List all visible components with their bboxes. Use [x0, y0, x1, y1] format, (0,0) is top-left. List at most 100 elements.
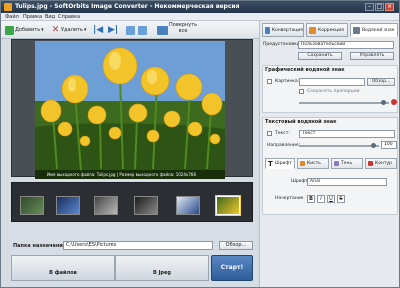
tab-correction-label: Коррекция [318, 27, 344, 33]
rotate-right-icon [138, 25, 147, 35]
tab-outline[interactable]: Контур [365, 158, 397, 169]
correction-icon [309, 26, 316, 34]
add-button[interactable]: Добавить ▾ [5, 23, 44, 37]
flip-icon [157, 25, 168, 35]
rotate-left-button[interactable] [126, 23, 135, 37]
menu-file[interactable]: Файл [5, 14, 19, 20]
destination-row: Папка назначения: C:\Users\ES\Pictures О… [11, 241, 253, 251]
font-icon: T [268, 159, 273, 168]
text-watermark-section: Текстовый водяной знак Текст: Текст Напр… [262, 117, 398, 215]
image-opacity-slider[interactable] [299, 100, 389, 105]
tab-correction[interactable]: Коррекция [306, 23, 348, 37]
bold-button[interactable]: B [307, 195, 315, 203]
image-browse-button[interactable]: Обзор... [367, 78, 395, 86]
save-ratio-label: Сохранять пропорции [307, 89, 360, 94]
thumbnail-item[interactable] [20, 196, 44, 215]
image-watermark-checkbox[interactable] [267, 79, 272, 84]
menu-view[interactable]: Вид [45, 14, 55, 20]
last-image-button[interactable]: ▶| [108, 23, 118, 37]
thumbnail-item-selected[interactable] [215, 195, 241, 216]
tab-outline-label: Контур [375, 161, 393, 166]
rotate-all-label-2: все [178, 28, 188, 34]
menu-bar: Файл Правка Вид Справка [1, 13, 399, 21]
thumbnail-item[interactable] [56, 196, 80, 215]
rotate-right-button[interactable] [138, 23, 147, 37]
delete-label: Удалить [61, 27, 83, 33]
first-image-button[interactable]: |◀ [93, 23, 103, 37]
preset-label: Предустановки [263, 42, 300, 47]
brush-icon [300, 161, 305, 166]
settings-panel: Конвертация Коррекция Водяной знак Преду… [259, 21, 399, 287]
step-files-label: В файлов [49, 270, 77, 276]
thumbnail-item[interactable] [134, 196, 158, 215]
preview-image: Имя выходного файла: Tulips.jpg | Размер… [35, 41, 225, 179]
text-watermark-title: Текстовый водяной знак [265, 119, 337, 125]
slider-knob[interactable] [381, 100, 386, 105]
menu-edit[interactable]: Правка [23, 14, 42, 20]
graphic-watermark-title: Графический водяной знак [265, 67, 345, 73]
direction-slider[interactable] [299, 143, 379, 148]
underline-button[interactable]: U [327, 195, 335, 203]
tab-font-label: Шрифт [274, 161, 292, 166]
destination-label: Папка назначения: [13, 243, 69, 249]
first-icon: |◀ [93, 25, 104, 35]
tab-shadow-label: Тень [341, 161, 353, 166]
tab-watermark[interactable]: Водяной знак [350, 23, 398, 37]
app-window: Tulips.jpg - SoftOrbits Image Converter … [0, 0, 400, 288]
last-icon: ▶| [108, 25, 119, 35]
strikethrough-button[interactable]: S [337, 195, 345, 203]
step-files[interactable]: В файлов [11, 255, 115, 281]
toolbar: Добавить ▾ ✕ Удалить ▾ |◀ ▶| Повернуть в… [1, 21, 259, 39]
text-label: Текст: [275, 131, 290, 136]
preview-caption: Имя выходного файла: Tulips.jpg | Размер… [35, 170, 225, 179]
style-buttons: B I U S [307, 195, 367, 203]
image-path-input[interactable] [299, 78, 365, 86]
start-button[interactable]: Старт! [211, 255, 253, 281]
rotate-left-icon [126, 25, 135, 35]
destination-path-input[interactable]: C:\Users\ES\Pictures [63, 241, 213, 250]
image-opacity-reset-icon[interactable] [391, 99, 397, 105]
minimize-button[interactable]: – [365, 3, 374, 11]
font-select[interactable]: Arial [307, 178, 387, 186]
image-label: Картинка: [275, 79, 300, 84]
step-format[interactable]: В Jpeg [115, 255, 209, 281]
window-title: Tulips.jpg - SoftOrbits Image Converter … [15, 3, 240, 10]
preset-select[interactable]: Пользовательский [298, 41, 394, 49]
opacity-input[interactable]: 100 [381, 141, 397, 149]
close-button[interactable]: × [385, 3, 394, 11]
save-ratio-checkbox[interactable] [299, 89, 304, 94]
rotate-all-button[interactable]: Повернуть все [169, 22, 197, 36]
tulips-image [35, 41, 225, 179]
tab-font[interactable]: T Шрифт [265, 158, 295, 169]
destination-browse-button[interactable]: Обзор... [219, 241, 253, 250]
delete-button[interactable]: ✕ Удалить ▾ [51, 23, 87, 37]
preset-save-button[interactable]: Сохранить [298, 52, 342, 60]
preset-manage-button[interactable]: Управлять [350, 52, 394, 60]
thumbnail-item[interactable] [176, 196, 200, 215]
thumbnail-strip[interactable] [11, 182, 253, 222]
style-label: Начертание [275, 196, 304, 201]
thumbnail-item[interactable] [94, 196, 118, 215]
add-icon [5, 25, 14, 35]
slider-knob[interactable] [371, 143, 376, 148]
menu-help[interactable]: Справка [58, 14, 80, 20]
step-format-label: В Jpeg [153, 270, 171, 276]
maximize-button[interactable]: □ [375, 3, 384, 11]
italic-button[interactable]: I [317, 195, 325, 203]
tab-watermark-label: Водяной знак [362, 27, 395, 33]
text-watermark-checkbox[interactable] [267, 131, 272, 136]
direction-label: Направление: [267, 143, 301, 148]
text-input[interactable]: Текст [299, 130, 395, 138]
shadow-icon [334, 161, 339, 166]
add-dropdown-icon[interactable]: ▾ [41, 27, 44, 33]
tab-brush-label: Кисть [307, 161, 321, 166]
watermark-icon [353, 26, 360, 34]
tab-shadow[interactable]: Тень [331, 158, 363, 169]
tab-conversion[interactable]: Конвертация [262, 23, 304, 37]
steps-bar: В файлов В Jpeg Старт! [11, 255, 253, 281]
tab-brush[interactable]: Кисть [297, 158, 329, 169]
delete-icon: ✕ [51, 24, 60, 35]
delete-dropdown-icon[interactable]: ▾ [84, 27, 87, 33]
add-label: Добавить [15, 27, 41, 33]
flip-button[interactable] [157, 23, 168, 37]
